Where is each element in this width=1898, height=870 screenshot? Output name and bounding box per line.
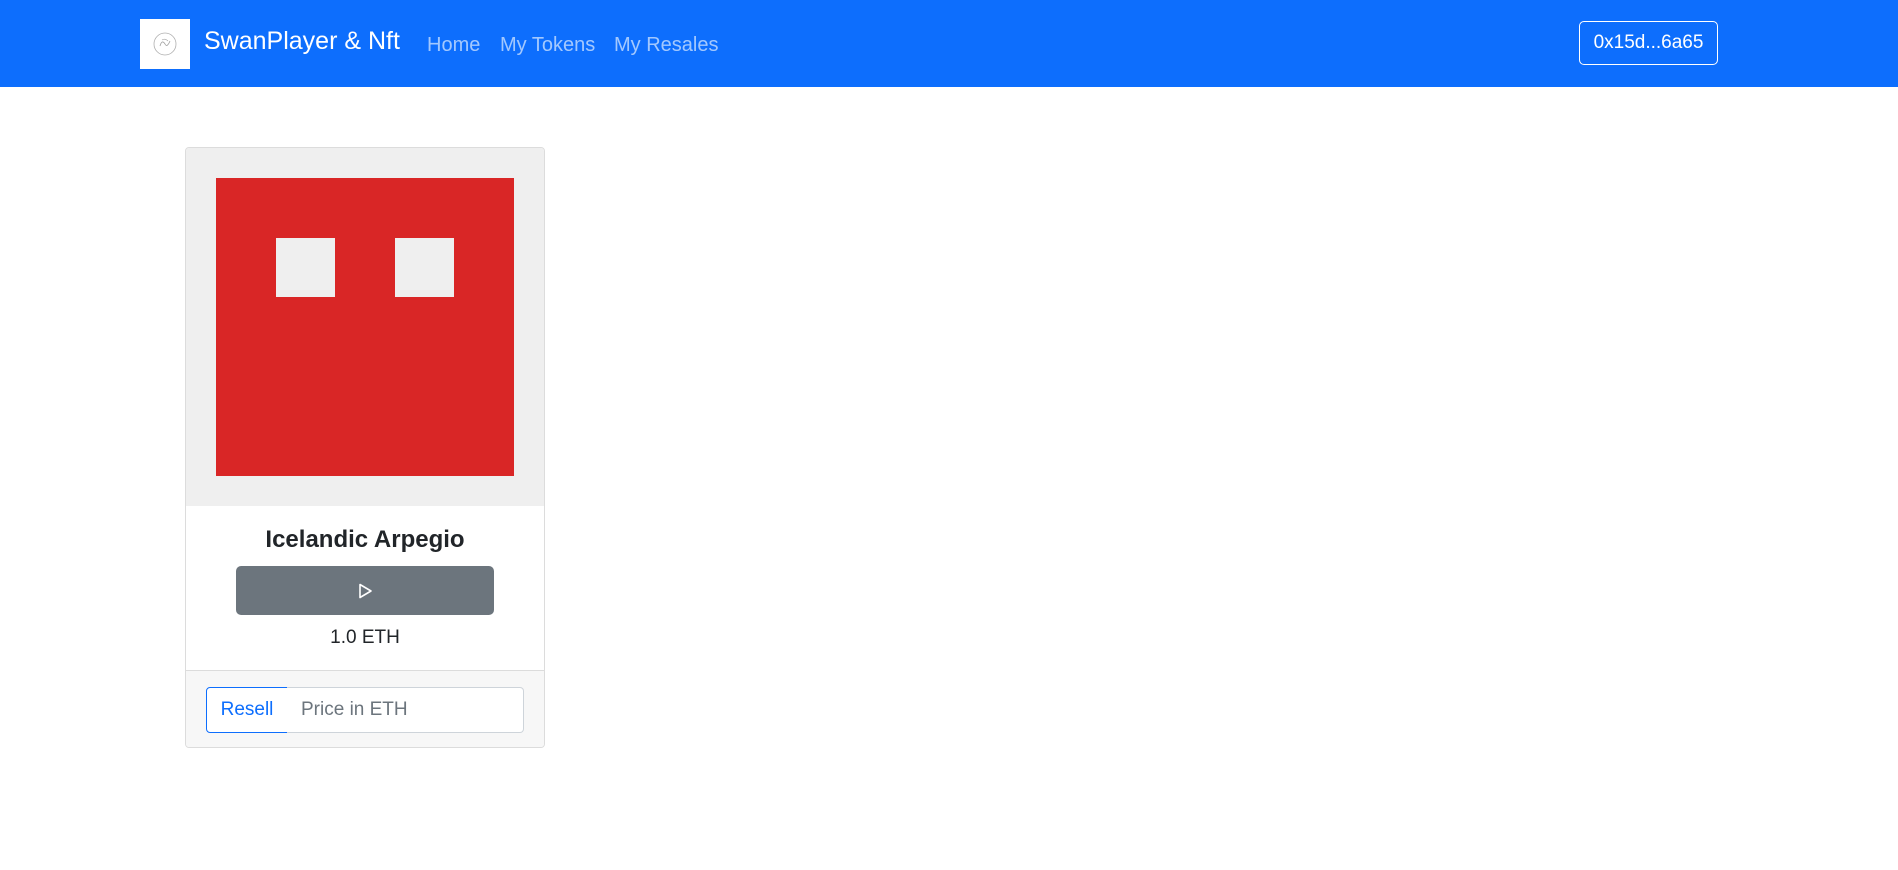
brand-logo[interactable]: [140, 19, 190, 69]
resell-button[interactable]: Resell: [206, 687, 288, 733]
nft-title: Icelandic Arpegio: [265, 526, 465, 553]
brand-name[interactable]: SwanPlayer & Nft: [204, 24, 400, 58]
logo-icon: [153, 32, 177, 56]
resell-price-input[interactable]: [287, 687, 524, 733]
nav-link-home[interactable]: Home: [427, 32, 480, 58]
nav-link-my-tokens[interactable]: My Tokens: [500, 32, 595, 58]
play-icon: [359, 583, 372, 598]
top-navbar: SwanPlayer & Nft Home My Tokens My Resal…: [0, 0, 1898, 87]
nft-image: [216, 178, 514, 476]
nav-link-my-resales[interactable]: My Resales: [614, 32, 718, 58]
play-button[interactable]: [236, 566, 494, 615]
nft-image-background: [216, 178, 514, 476]
nft-card: Icelandic Arpegio 1.0 ETH Resell: [185, 147, 545, 748]
nft-price: 1.0 ETH: [330, 627, 400, 648]
wallet-address-button[interactable]: 0x15d...6a65: [1579, 21, 1718, 65]
nft-image-container: [186, 148, 544, 506]
nft-image-right-eye: [395, 238, 454, 297]
resell-form: Resell: [186, 670, 544, 747]
nft-image-left-eye: [276, 238, 335, 297]
